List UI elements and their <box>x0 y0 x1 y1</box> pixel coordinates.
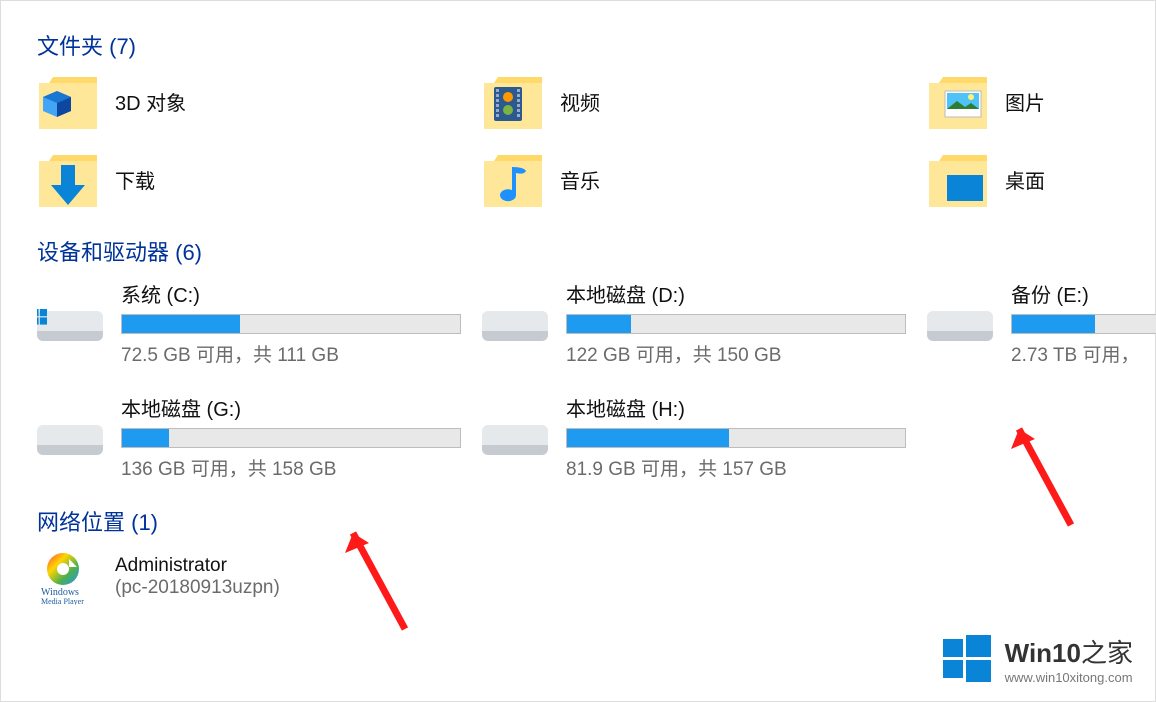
svg-text:Media Player: Media Player <box>41 597 84 605</box>
network-title: Administrator <box>115 555 280 577</box>
drive-c[interactable]: 系统 (C:) 72.5 GB 可用，共 111 GB <box>37 279 482 367</box>
drive-icon <box>482 305 548 345</box>
folder-label: 下载 <box>115 165 155 194</box>
drives-grid: 系统 (C:) 72.5 GB 可用，共 111 GB 本地磁盘 (D:) 12… <box>37 279 1155 481</box>
folder-label: 3D 对象 <box>115 87 186 116</box>
media-player-icon: WindowsMedia Player <box>37 549 99 605</box>
folder-videos[interactable]: 视频 <box>482 73 927 129</box>
drive-name: 本地磁盘 (D:) <box>566 279 927 308</box>
watermark-url: www.win10xitong.com <box>1005 670 1133 685</box>
section-header-folders[interactable]: 文件夹 (7) <box>37 29 1155 61</box>
folder-3d-objects[interactable]: 3D 对象 <box>37 73 482 129</box>
drive-name: 本地磁盘 (H:) <box>566 393 927 422</box>
system-drive-icon <box>37 305 103 345</box>
drive-usage-bar <box>1011 314 1156 334</box>
drive-usage-bar <box>566 314 906 334</box>
drive-h[interactable]: 本地磁盘 (H:) 81.9 GB 可用，共 157 GB <box>482 393 927 481</box>
3d-objects-icon <box>37 73 99 129</box>
drive-stats: 136 GB 可用，共 158 GB <box>121 454 482 481</box>
drive-stats: 72.5 GB 可用，共 111 GB <box>121 340 482 367</box>
drive-d[interactable]: 本地磁盘 (D:) 122 GB 可用，共 150 GB <box>482 279 927 367</box>
drive-name: 系统 (C:) <box>121 279 482 308</box>
drive-icon <box>927 305 993 345</box>
videos-icon <box>482 73 544 129</box>
windows-logo-icon <box>943 635 991 683</box>
folder-label: 桌面 <box>1005 165 1045 194</box>
section-header-drives[interactable]: 设备和驱动器 (6) <box>37 235 1155 267</box>
network-location-item[interactable]: WindowsMedia Player Administrator (pc-20… <box>37 549 1155 605</box>
folder-music[interactable]: 音乐 <box>482 151 927 207</box>
folder-label: 图片 <box>1005 87 1045 116</box>
drive-icon <box>37 419 103 459</box>
watermark: Win10之家 www.win10xitong.com <box>943 633 1133 685</box>
drive-icon <box>482 419 548 459</box>
drive-g[interactable]: 本地磁盘 (G:) 136 GB 可用，共 158 GB <box>37 393 482 481</box>
drive-usage-bar <box>121 428 461 448</box>
section-header-network[interactable]: 网络位置 (1) <box>37 505 1155 537</box>
drive-usage-bar <box>566 428 906 448</box>
network-sub: (pc-20180913uzpn) <box>115 577 280 599</box>
downloads-icon <box>37 151 99 207</box>
watermark-title: Win10之家 <box>1005 633 1133 670</box>
folder-downloads[interactable]: 下载 <box>37 151 482 207</box>
folder-label: 视频 <box>560 87 600 116</box>
drive-stats: 122 GB 可用，共 150 GB <box>566 340 927 367</box>
drive-e[interactable]: 备份 (E:) 2.73 TB 可用， <box>927 279 1156 367</box>
folder-label: 音乐 <box>560 165 600 194</box>
drive-name: 本地磁盘 (G:) <box>121 393 482 422</box>
desktop-icon <box>927 151 989 207</box>
folder-desktop[interactable]: 桌面 <box>927 151 1155 207</box>
drive-stats: 81.9 GB 可用，共 157 GB <box>566 454 927 481</box>
music-icon <box>482 151 544 207</box>
folder-pictures[interactable]: 图片 <box>927 73 1155 129</box>
pictures-icon <box>927 73 989 129</box>
drive-usage-bar <box>121 314 461 334</box>
folders-grid: 3D 对象 视频 图片 下载 音乐 桌面 <box>37 73 1155 207</box>
drive-name: 备份 (E:) <box>1011 279 1156 308</box>
drive-stats: 2.73 TB 可用， <box>1011 340 1156 367</box>
